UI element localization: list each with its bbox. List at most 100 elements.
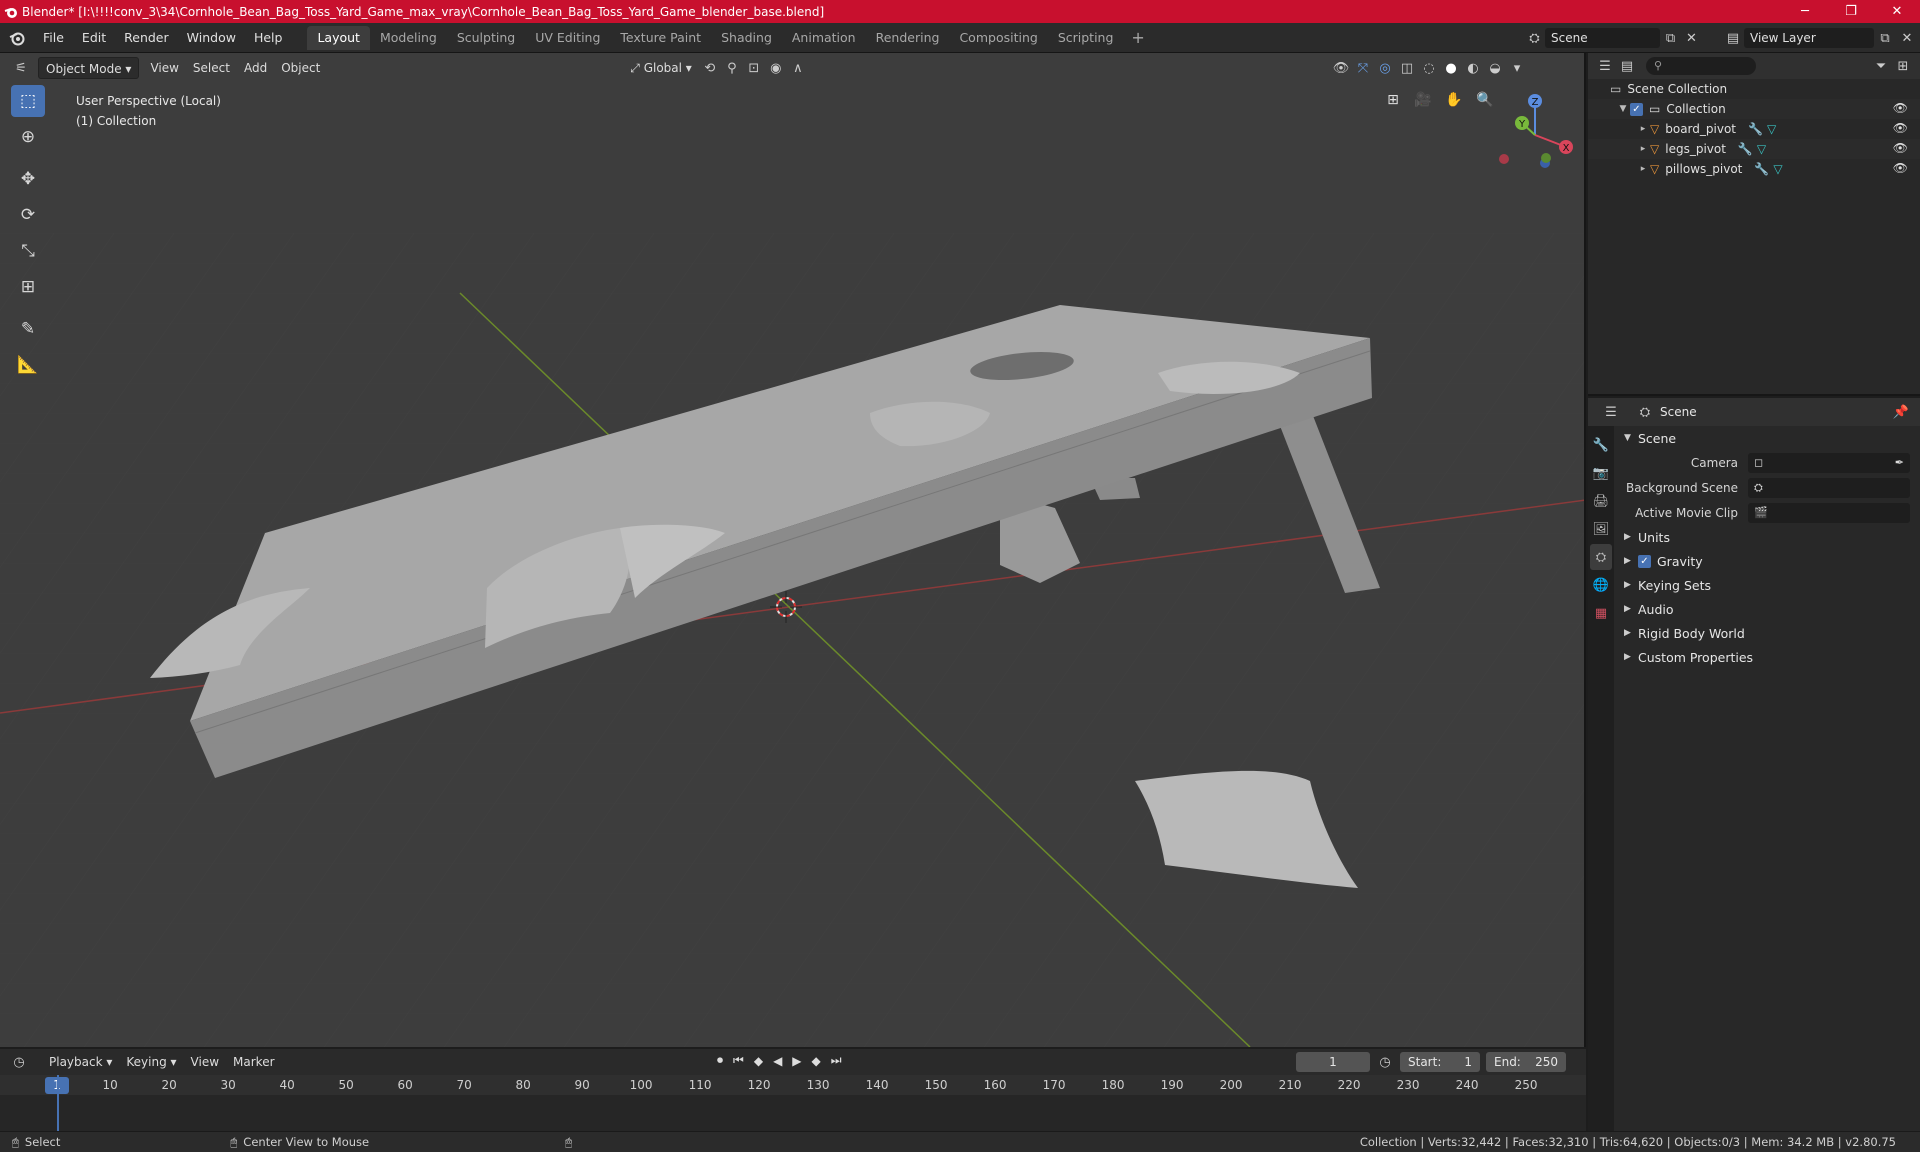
background-scene-field[interactable]: ⛭ bbox=[1748, 477, 1910, 498]
start-frame-field[interactable]: Start: 1 bbox=[1400, 1052, 1480, 1072]
blender-menu-icon[interactable] bbox=[0, 30, 34, 46]
expand-icon[interactable]: ▸ bbox=[1636, 144, 1650, 154]
delete-view-layer-icon[interactable]: ✕ bbox=[1896, 27, 1918, 49]
timeline-view-menu[interactable]: View bbox=[184, 1051, 226, 1073]
tab-shading[interactable]: Shading bbox=[711, 26, 782, 50]
transform-orientation-dropdown[interactable]: ⤢ Global ▾ bbox=[623, 57, 699, 79]
outliner-scene-collection[interactable]: ▭ Scene Collection bbox=[1588, 79, 1920, 99]
eyedropper-icon[interactable]: ✒ bbox=[1895, 456, 1904, 469]
frame-ruler[interactable]: 1102030405060708090100110120130140150160… bbox=[0, 1075, 1586, 1095]
tab-sculpting[interactable]: Sculpting bbox=[447, 26, 525, 50]
falloff-icon[interactable]: ∧ bbox=[787, 57, 809, 79]
outliner-search-input[interactable]: ⚲ bbox=[1646, 57, 1756, 75]
select-box-tool-icon[interactable]: ⬚ bbox=[11, 85, 45, 117]
rigid-body-world-panel-header[interactable]: ▶ Rigid Body World bbox=[1618, 621, 1920, 645]
active-movie-clip-field[interactable]: 🎬 bbox=[1748, 502, 1910, 523]
scale-tool-icon[interactable]: ⤡ bbox=[11, 235, 45, 267]
gravity-panel-header[interactable]: ▶ ✓ Gravity bbox=[1618, 549, 1920, 573]
snap-icon[interactable]: ⚲ bbox=[721, 57, 743, 79]
shading-options-icon[interactable]: ▾ bbox=[1506, 57, 1528, 79]
tab-texture-paint[interactable]: Texture Paint bbox=[610, 26, 711, 50]
menu-help[interactable]: Help bbox=[245, 23, 292, 53]
preview-range-icon[interactable]: ◷ bbox=[1374, 1051, 1396, 1073]
outliner-item-legs-pivot[interactable]: ▸ ▽ legs_pivot 🔧 ▽ 👁 bbox=[1588, 139, 1920, 159]
menu-edit[interactable]: Edit bbox=[73, 23, 115, 53]
menu-add[interactable]: Add bbox=[237, 57, 274, 79]
visibility-icon[interactable]: 👁 bbox=[1330, 57, 1352, 79]
pin-icon[interactable]: 📌 bbox=[1890, 401, 1912, 423]
visibility-eye-icon[interactable]: 👁 bbox=[1893, 161, 1908, 175]
jump-end-icon[interactable]: ⏭ bbox=[831, 1053, 842, 1068]
playback-menu[interactable]: Playback ▾ bbox=[42, 1051, 119, 1073]
play-reverse-icon[interactable]: ◀ bbox=[773, 1054, 782, 1068]
view-layer-selector[interactable]: ▤ View Layer ⧉ ✕ bbox=[1722, 26, 1918, 50]
scene-selector[interactable]: ⛭ Scene ⧉ ✕ bbox=[1524, 26, 1702, 50]
collapse-icon[interactable]: ▼ bbox=[1616, 104, 1630, 114]
expand-icon[interactable]: ▸ bbox=[1636, 164, 1650, 174]
navigation-gizmo[interactable]: Z X Y bbox=[1490, 83, 1580, 173]
solid-shading-icon[interactable]: ● bbox=[1440, 57, 1462, 79]
view-layer-name-field[interactable]: View Layer bbox=[1744, 28, 1874, 48]
overlay-toggle-icon[interactable]: ◎ bbox=[1374, 57, 1396, 79]
prev-keyframe-icon[interactable]: ◆ bbox=[754, 1054, 763, 1068]
rotate-tool-icon[interactable]: ⟳ bbox=[11, 199, 45, 231]
annotate-tool-icon[interactable]: ✎ bbox=[11, 313, 45, 345]
tab-compositing[interactable]: Compositing bbox=[949, 26, 1047, 50]
menu-file[interactable]: File bbox=[34, 23, 73, 53]
visibility-eye-icon[interactable]: 👁 bbox=[1893, 141, 1908, 155]
measure-tool-icon[interactable]: 📐 bbox=[11, 349, 45, 381]
pan-view-icon[interactable]: ✋ bbox=[1441, 87, 1467, 113]
marker-menu[interactable]: Marker bbox=[226, 1051, 281, 1073]
jump-start-icon[interactable]: ⏮ bbox=[733, 1053, 744, 1068]
3d-viewport[interactable]: ⚟ Object Mode ▾ View Select Add Object ⤢… bbox=[0, 53, 1586, 1047]
new-scene-icon[interactable]: ⧉ bbox=[1660, 27, 1681, 49]
menu-object[interactable]: Object bbox=[274, 57, 327, 79]
expand-icon[interactable]: ▸ bbox=[1636, 124, 1650, 134]
audio-panel-header[interactable]: ▶ Audio bbox=[1618, 597, 1920, 621]
timeline-editor-icon[interactable]: ◷ bbox=[8, 1051, 30, 1073]
new-view-layer-icon[interactable]: ⧉ bbox=[1874, 27, 1896, 49]
play-icon[interactable]: ▶ bbox=[792, 1054, 801, 1068]
outliner-item-board-pivot[interactable]: ▸ ▽ board_pivot 🔧 ▽ 👁 bbox=[1588, 119, 1920, 139]
menu-select[interactable]: Select bbox=[186, 57, 237, 79]
editor-type-icon[interactable]: ⚟ bbox=[10, 57, 32, 79]
wireframe-shading-icon[interactable]: ◌ bbox=[1418, 57, 1440, 79]
proportional-edit-icon[interactable]: ◉ bbox=[765, 57, 787, 79]
display-mode-icon[interactable]: ▤ bbox=[1616, 55, 1638, 77]
tab-uv-editing[interactable]: UV Editing bbox=[525, 26, 610, 50]
transform-tool-icon[interactable]: ⊞ bbox=[11, 271, 45, 303]
toggle-grid-icon[interactable]: ⊞ bbox=[1380, 87, 1406, 113]
record-icon[interactable]: ⏺ bbox=[717, 1053, 723, 1068]
tab-modeling[interactable]: Modeling bbox=[370, 26, 447, 50]
move-tool-icon[interactable]: ✥ bbox=[11, 163, 45, 195]
add-workspace-icon[interactable]: + bbox=[1123, 28, 1152, 47]
camera-view-icon[interactable]: 🎥 bbox=[1410, 87, 1436, 113]
tab-scripting[interactable]: Scripting bbox=[1048, 26, 1124, 50]
object-mode-dropdown[interactable]: Object Mode ▾ bbox=[38, 57, 140, 79]
next-keyframe-icon[interactable]: ◆ bbox=[812, 1054, 821, 1068]
new-collection-icon[interactable]: ⊞ bbox=[1892, 55, 1914, 77]
outliner-item-pillows-pivot[interactable]: ▸ ▽ pillows_pivot 🔧 ▽ 👁 bbox=[1588, 159, 1920, 179]
collection-checkbox[interactable]: ✓ bbox=[1630, 102, 1643, 116]
menu-window[interactable]: Window bbox=[178, 23, 245, 53]
texture-tab-icon[interactable]: ▦ bbox=[1590, 600, 1612, 626]
delete-scene-icon[interactable]: ✕ bbox=[1681, 27, 1702, 49]
tool-tab-icon[interactable]: 🔧 bbox=[1590, 432, 1612, 458]
output-tab-icon[interactable]: 🖨 bbox=[1590, 488, 1612, 514]
current-frame-field[interactable]: 1 bbox=[1296, 1052, 1370, 1072]
cursor-tool-icon[interactable]: ⊕ bbox=[11, 121, 45, 153]
material-shading-icon[interactable]: ◐ bbox=[1462, 57, 1484, 79]
menu-render[interactable]: Render bbox=[115, 23, 178, 53]
close-button[interactable]: ✕ bbox=[1874, 0, 1920, 23]
menu-view[interactable]: View bbox=[143, 57, 185, 79]
maximize-button[interactable]: ❐ bbox=[1828, 0, 1874, 23]
scene-panel-header[interactable]: ▼ Scene bbox=[1618, 426, 1920, 450]
render-tab-icon[interactable]: 📷 bbox=[1590, 460, 1612, 486]
outliner-editor-icon[interactable]: ☰ bbox=[1594, 55, 1616, 77]
tab-rendering[interactable]: Rendering bbox=[866, 26, 950, 50]
view-layer-tab-icon[interactable]: 🖼 bbox=[1590, 516, 1612, 542]
units-panel-header[interactable]: ▶ Units bbox=[1618, 525, 1920, 549]
custom-properties-panel-header[interactable]: ▶ Custom Properties bbox=[1618, 645, 1920, 669]
keying-sets-panel-header[interactable]: ▶ Keying Sets bbox=[1618, 573, 1920, 597]
end-frame-field[interactable]: End: 250 bbox=[1486, 1052, 1566, 1072]
